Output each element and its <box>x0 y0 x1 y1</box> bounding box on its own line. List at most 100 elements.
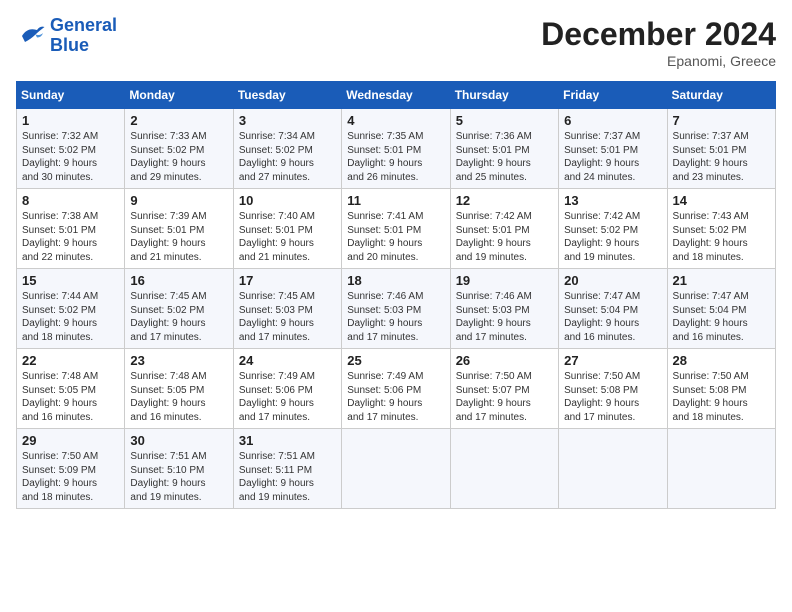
calendar-week-4: 22 Sunrise: 7:48 AM Sunset: 5:05 PM Dayli… <box>17 349 776 429</box>
day-number: 15 <box>22 273 119 288</box>
calendar-cell: 6 Sunrise: 7:37 AM Sunset: 5:01 PM Daylig… <box>559 109 667 189</box>
calendar-week-2: 8Sunrise: 7:38 AM Sunset: 5:01 PM Daylig… <box>17 189 776 269</box>
calendar-cell <box>667 429 775 509</box>
calendar-cell: 2Sunrise: 7:33 AM Sunset: 5:02 PM Daylig… <box>125 109 233 189</box>
day-number: 23 <box>130 353 227 368</box>
day-number: 31 <box>239 433 336 448</box>
logo: General Blue <box>16 16 117 56</box>
day-info: Sunrise: 7:47 AM Sunset: 5:04 PM Dayligh… <box>564 290 661 344</box>
day-number: 5 <box>456 113 553 128</box>
day-number: 14 <box>673 193 770 208</box>
header-tuesday: Tuesday <box>233 82 341 109</box>
day-info: Sunrise: 7:51 AM Sunset: 5:10 PM Dayligh… <box>130 450 227 504</box>
day-number: 20 <box>564 273 661 288</box>
calendar-cell: 12 Sunrise: 7:42 AM Sunset: 5:01 PM Dayli… <box>450 189 558 269</box>
day-number: 18 <box>347 273 444 288</box>
day-number: 8 <box>22 193 119 208</box>
day-info: Sunrise: 7:37 AM Sunset: 5:01 PM Dayligh… <box>564 130 661 184</box>
day-number: 3 <box>239 113 336 128</box>
day-info: Sunrise: 7:45 AM Sunset: 5:02 PM Dayligh… <box>130 290 227 344</box>
calendar-cell: 22 Sunrise: 7:48 AM Sunset: 5:05 PM Dayli… <box>17 349 125 429</box>
calendar-cell: 4 Sunrise: 7:35 AM Sunset: 5:01 PM Daylig… <box>342 109 450 189</box>
calendar-cell: 8Sunrise: 7:38 AM Sunset: 5:01 PM Daylig… <box>17 189 125 269</box>
day-info: Sunrise: 7:42 AM Sunset: 5:01 PM Dayligh… <box>456 210 553 264</box>
day-info: Sunrise: 7:33 AM Sunset: 5:02 PM Dayligh… <box>130 130 227 184</box>
calendar-cell: 26Sunrise: 7:50 AM Sunset: 5:07 PM Dayli… <box>450 349 558 429</box>
day-number: 22 <box>22 353 119 368</box>
day-number: 29 <box>22 433 119 448</box>
day-number: 30 <box>130 433 227 448</box>
calendar-cell: 19Sunrise: 7:46 AM Sunset: 5:03 PM Dayli… <box>450 269 558 349</box>
day-number: 28 <box>673 353 770 368</box>
calendar-cell: 24 Sunrise: 7:49 AM Sunset: 5:06 PM Dayli… <box>233 349 341 429</box>
day-info: Sunrise: 7:44 AM Sunset: 5:02 PM Dayligh… <box>22 290 119 344</box>
day-info: Sunrise: 7:51 AM Sunset: 5:11 PM Dayligh… <box>239 450 336 504</box>
header-thursday: Thursday <box>450 82 558 109</box>
day-info: Sunrise: 7:41 AM Sunset: 5:01 PM Dayligh… <box>347 210 444 264</box>
header-sunday: Sunday <box>17 82 125 109</box>
day-number: 11 <box>347 193 444 208</box>
day-info: Sunrise: 7:49 AM Sunset: 5:06 PM Dayligh… <box>239 370 336 424</box>
day-info: Sunrise: 7:43 AM Sunset: 5:02 PM Dayligh… <box>673 210 770 264</box>
calendar-cell: 31 Sunrise: 7:51 AM Sunset: 5:11 PM Dayli… <box>233 429 341 509</box>
day-number: 7 <box>673 113 770 128</box>
calendar-cell: 21Sunrise: 7:47 AM Sunset: 5:04 PM Dayli… <box>667 269 775 349</box>
logo-line2: Blue <box>50 36 117 56</box>
day-info: Sunrise: 7:50 AM Sunset: 5:09 PM Dayligh… <box>22 450 119 504</box>
day-info: Sunrise: 7:34 AM Sunset: 5:02 PM Dayligh… <box>239 130 336 184</box>
day-info: Sunrise: 7:36 AM Sunset: 5:01 PM Dayligh… <box>456 130 553 184</box>
logo-line1: General <box>50 16 117 36</box>
day-number: 25 <box>347 353 444 368</box>
calendar-week-3: 15 Sunrise: 7:44 AM Sunset: 5:02 PM Dayli… <box>17 269 776 349</box>
day-number: 24 <box>239 353 336 368</box>
day-info: Sunrise: 7:39 AM Sunset: 5:01 PM Dayligh… <box>130 210 227 264</box>
day-number: 9 <box>130 193 227 208</box>
calendar-cell: 20 Sunrise: 7:47 AM Sunset: 5:04 PM Dayli… <box>559 269 667 349</box>
calendar-cell: 15 Sunrise: 7:44 AM Sunset: 5:02 PM Dayli… <box>17 269 125 349</box>
day-info: Sunrise: 7:47 AM Sunset: 5:04 PM Dayligh… <box>673 290 770 344</box>
day-info: Sunrise: 7:50 AM Sunset: 5:08 PM Dayligh… <box>564 370 661 424</box>
calendar-cell: 7Sunrise: 7:37 AM Sunset: 5:01 PM Daylig… <box>667 109 775 189</box>
calendar-cell: 5 Sunrise: 7:36 AM Sunset: 5:01 PM Daylig… <box>450 109 558 189</box>
day-info: Sunrise: 7:35 AM Sunset: 5:01 PM Dayligh… <box>347 130 444 184</box>
day-info: Sunrise: 7:50 AM Sunset: 5:08 PM Dayligh… <box>673 370 770 424</box>
calendar-cell: 25Sunrise: 7:49 AM Sunset: 5:06 PM Dayli… <box>342 349 450 429</box>
day-info: Sunrise: 7:48 AM Sunset: 5:05 PM Dayligh… <box>22 370 119 424</box>
day-info: Sunrise: 7:42 AM Sunset: 5:02 PM Dayligh… <box>564 210 661 264</box>
calendar-cell: 16 Sunrise: 7:45 AM Sunset: 5:02 PM Dayli… <box>125 269 233 349</box>
calendar-cell <box>559 429 667 509</box>
day-info: Sunrise: 7:40 AM Sunset: 5:01 PM Dayligh… <box>239 210 336 264</box>
calendar-cell <box>450 429 558 509</box>
calendar-cell: 10Sunrise: 7:40 AM Sunset: 5:01 PM Dayli… <box>233 189 341 269</box>
day-info: Sunrise: 7:48 AM Sunset: 5:05 PM Dayligh… <box>130 370 227 424</box>
day-info: Sunrise: 7:32 AM Sunset: 5:02 PM Dayligh… <box>22 130 119 184</box>
calendar-cell: 23 Sunrise: 7:48 AM Sunset: 5:05 PM Dayli… <box>125 349 233 429</box>
calendar-week-5: 29 Sunrise: 7:50 AM Sunset: 5:09 PM Dayli… <box>17 429 776 509</box>
day-number: 4 <box>347 113 444 128</box>
calendar-cell: 28 Sunrise: 7:50 AM Sunset: 5:08 PM Dayli… <box>667 349 775 429</box>
day-number: 12 <box>456 193 553 208</box>
calendar-cell: 17Sunrise: 7:45 AM Sunset: 5:03 PM Dayli… <box>233 269 341 349</box>
header-wednesday: Wednesday <box>342 82 450 109</box>
logo-icon <box>16 21 46 51</box>
day-number: 27 <box>564 353 661 368</box>
calendar-cell: 3 Sunrise: 7:34 AM Sunset: 5:02 PM Daylig… <box>233 109 341 189</box>
calendar-cell <box>342 429 450 509</box>
location-subtitle: Epanomi, Greece <box>541 53 776 69</box>
day-number: 6 <box>564 113 661 128</box>
day-info: Sunrise: 7:46 AM Sunset: 5:03 PM Dayligh… <box>347 290 444 344</box>
calendar-cell: 14 Sunrise: 7:43 AM Sunset: 5:02 PM Dayli… <box>667 189 775 269</box>
header-saturday: Saturday <box>667 82 775 109</box>
calendar-header-row: SundayMondayTuesdayWednesdayThursdayFrid… <box>17 82 776 109</box>
page-header: General Blue December 2024 Epanomi, Gree… <box>16 16 776 69</box>
day-number: 19 <box>456 273 553 288</box>
day-info: Sunrise: 7:45 AM Sunset: 5:03 PM Dayligh… <box>239 290 336 344</box>
header-monday: Monday <box>125 82 233 109</box>
month-title: December 2024 <box>541 16 776 53</box>
calendar-cell: 29 Sunrise: 7:50 AM Sunset: 5:09 PM Dayli… <box>17 429 125 509</box>
calendar-cell: 11 Sunrise: 7:41 AM Sunset: 5:01 PM Dayli… <box>342 189 450 269</box>
day-number: 16 <box>130 273 227 288</box>
day-number: 13 <box>564 193 661 208</box>
day-number: 26 <box>456 353 553 368</box>
day-number: 1 <box>22 113 119 128</box>
